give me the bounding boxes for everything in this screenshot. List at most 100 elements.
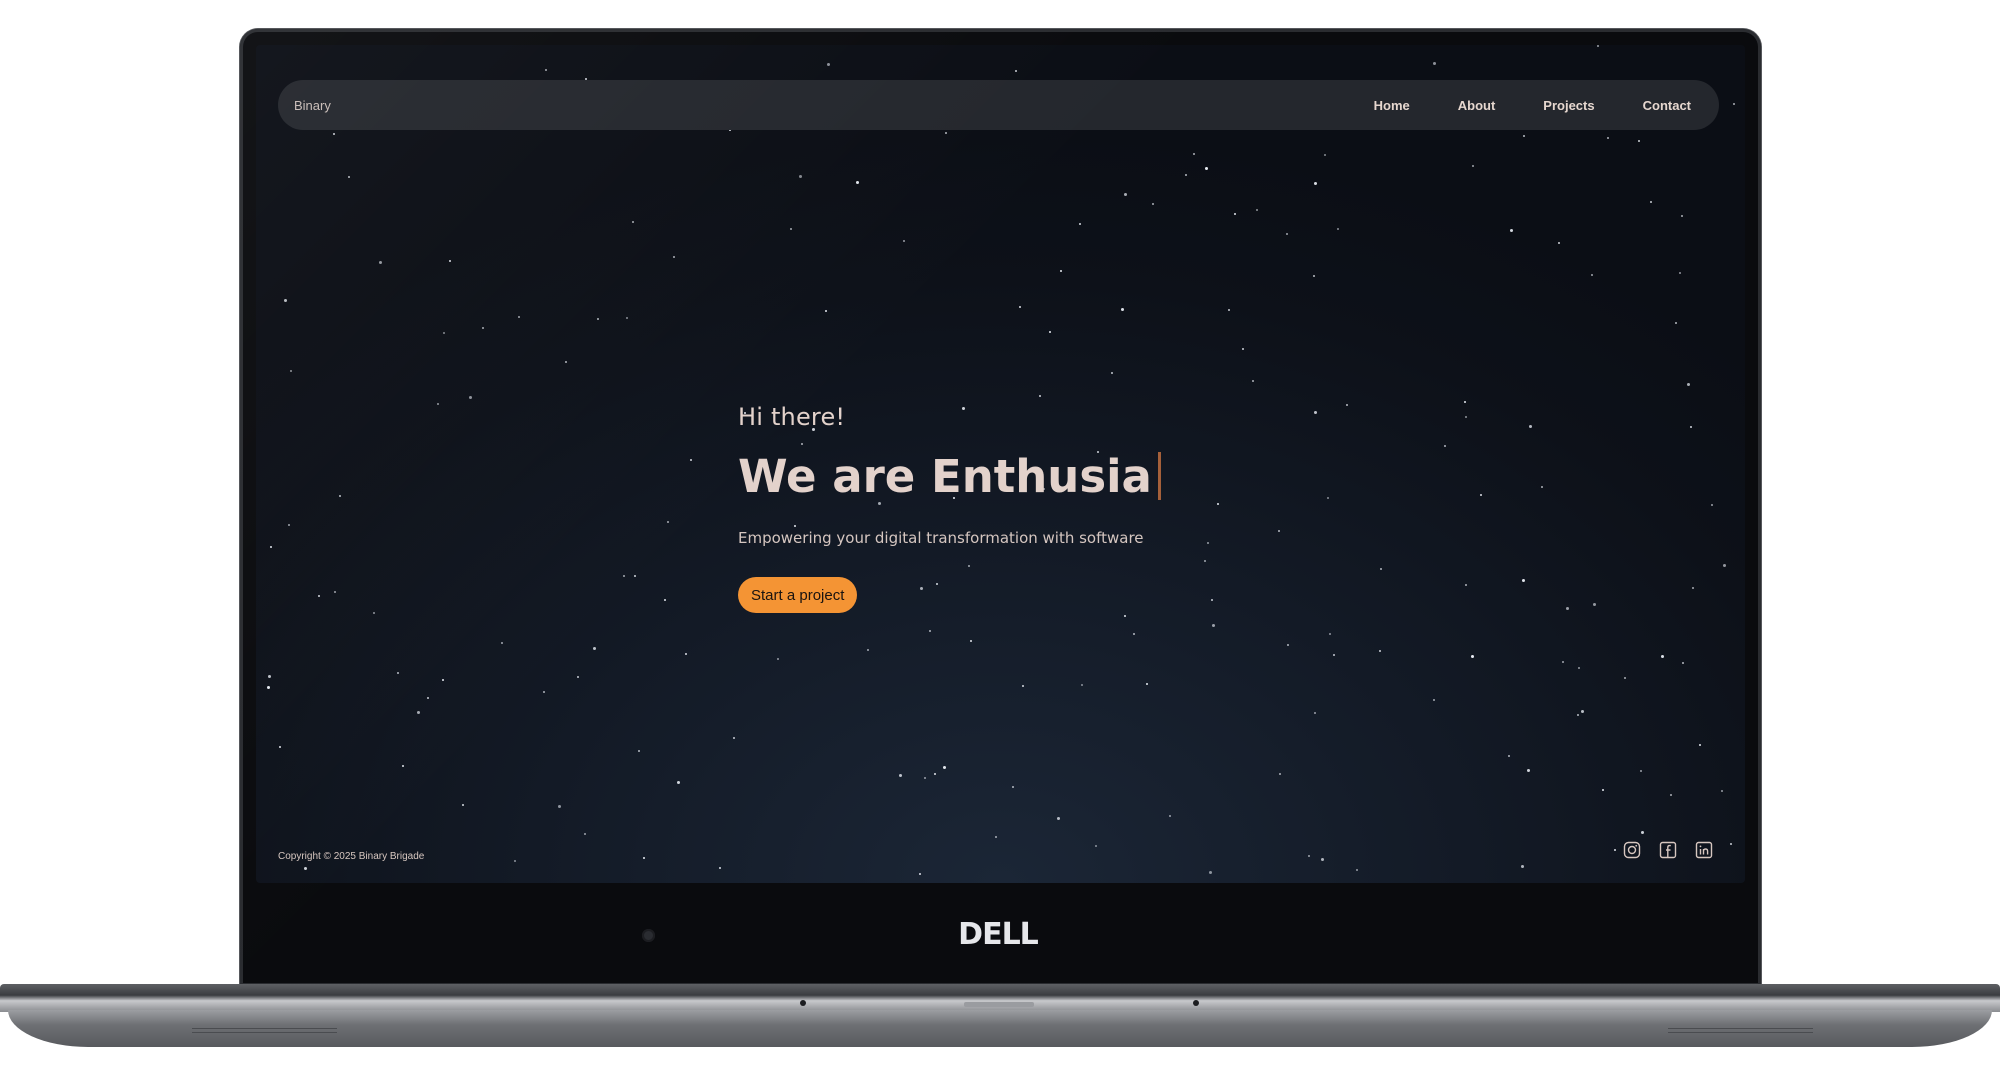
linkedin-icon[interactable]	[1695, 841, 1713, 859]
star	[270, 546, 272, 548]
star	[1641, 831, 1644, 834]
star	[1529, 425, 1532, 428]
star	[279, 746, 281, 748]
star	[799, 175, 802, 178]
star	[1433, 62, 1436, 65]
star	[1607, 137, 1609, 139]
star	[1081, 684, 1083, 686]
star	[1133, 633, 1135, 635]
star	[1541, 486, 1543, 488]
star	[1464, 401, 1466, 403]
star	[943, 766, 946, 769]
star	[437, 403, 439, 405]
star	[1124, 193, 1127, 196]
star	[929, 630, 931, 632]
star	[397, 672, 399, 674]
star	[1308, 855, 1310, 857]
star	[318, 595, 320, 597]
star	[1465, 584, 1467, 586]
star	[1256, 209, 1258, 211]
star	[626, 317, 628, 319]
social-links	[1623, 841, 1713, 859]
star	[1185, 174, 1187, 176]
star	[1022, 685, 1024, 687]
star	[593, 647, 596, 650]
star	[443, 332, 445, 334]
star	[288, 524, 290, 526]
star	[673, 256, 675, 258]
star	[348, 176, 350, 178]
star	[1313, 275, 1315, 277]
star	[634, 575, 636, 577]
star	[1329, 633, 1331, 635]
nav-link-home[interactable]: Home	[1374, 98, 1410, 113]
typing-cursor	[1157, 452, 1161, 500]
star	[1314, 712, 1316, 714]
star	[1581, 710, 1584, 713]
star	[1670, 794, 1672, 796]
star	[1523, 135, 1525, 137]
navbar: Binary Home About Projects Contact	[278, 80, 1719, 130]
star	[1480, 494, 1482, 496]
star	[685, 653, 687, 655]
star	[867, 649, 869, 651]
star	[1661, 655, 1664, 658]
star	[339, 495, 341, 497]
star	[1015, 70, 1017, 72]
nav-link-about[interactable]: About	[1458, 98, 1496, 113]
star	[1624, 677, 1626, 679]
brand-logo[interactable]: Binary	[294, 98, 331, 113]
star	[1209, 871, 1212, 874]
star	[934, 773, 936, 775]
star	[827, 63, 830, 66]
star	[1121, 308, 1124, 311]
star	[1333, 654, 1335, 656]
star	[545, 69, 547, 71]
star	[1019, 306, 1021, 308]
star	[1640, 770, 1642, 772]
star	[1079, 223, 1081, 225]
star	[1692, 587, 1694, 589]
hero-section: Hi there! We are Enthusia Empowering you…	[738, 403, 1338, 613]
star	[1593, 603, 1596, 606]
star	[1286, 233, 1288, 235]
star	[514, 860, 516, 862]
star	[1337, 228, 1339, 230]
star	[1602, 789, 1604, 791]
star	[856, 181, 859, 184]
star	[1721, 790, 1723, 792]
hero-tagline: Empowering your digital transformation w…	[738, 529, 1144, 547]
star	[1444, 445, 1446, 447]
star	[1049, 331, 1051, 333]
star	[1577, 714, 1579, 716]
star	[597, 318, 599, 320]
start-project-button[interactable]: Start a project	[738, 577, 858, 613]
star	[1152, 203, 1154, 205]
star	[995, 836, 997, 838]
star	[373, 612, 375, 614]
star	[449, 260, 451, 262]
star	[304, 867, 307, 870]
nav-link-contact[interactable]: Contact	[1643, 98, 1691, 113]
star	[690, 459, 692, 461]
star	[518, 316, 520, 318]
nav-link-projects[interactable]: Projects	[1543, 98, 1594, 113]
star	[1234, 213, 1236, 215]
star	[1228, 309, 1230, 311]
facebook-icon[interactable]	[1659, 841, 1677, 859]
instagram-icon[interactable]	[1623, 841, 1641, 859]
star	[1562, 661, 1564, 663]
star	[1146, 683, 1148, 685]
star	[733, 737, 735, 739]
star	[1380, 568, 1382, 570]
star	[1060, 270, 1062, 272]
star	[664, 599, 666, 601]
star	[1682, 662, 1684, 664]
star	[379, 261, 382, 264]
star	[919, 873, 921, 875]
nav-links: Home About Projects Contact	[1374, 98, 1691, 113]
star	[777, 658, 779, 660]
star	[334, 591, 336, 593]
star	[1578, 667, 1580, 669]
star	[1324, 154, 1326, 156]
